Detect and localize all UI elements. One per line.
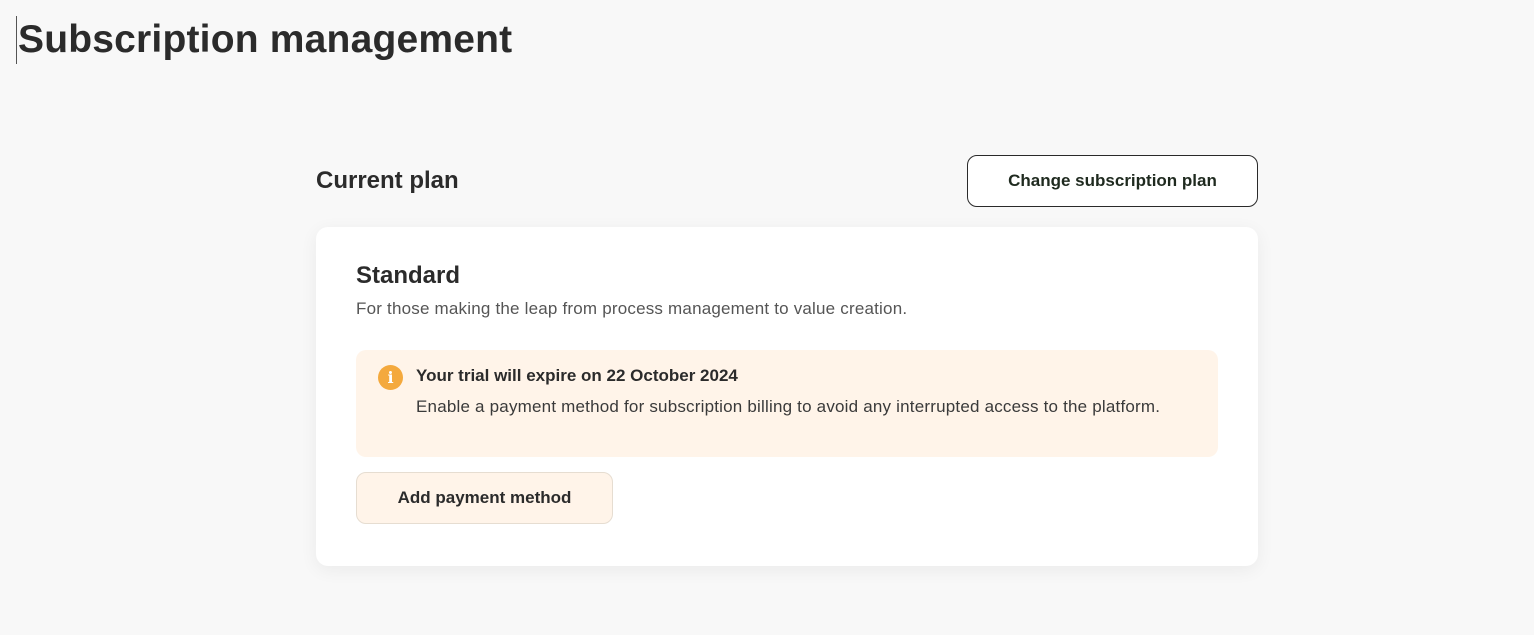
current-plan-title: Current plan	[316, 167, 459, 194]
plan-description: For those making the leap from process m…	[356, 299, 908, 318]
plan-name: Standard	[356, 262, 461, 289]
alert-message: Enable a payment method for subscription…	[416, 397, 1161, 416]
trial-expiry-alert: i Your trial will expire on 22 October 2…	[356, 350, 1218, 457]
plan-card: Standard For those making the leap from …	[316, 227, 1258, 566]
current-plan-header: Current plan Change subscription plan	[316, 155, 1258, 207]
info-icon: i	[378, 365, 403, 390]
page-title: Subscription management	[16, 16, 512, 64]
change-subscription-plan-button[interactable]: Change subscription plan	[967, 155, 1258, 207]
subscription-container: Current plan Change subscription plan St…	[316, 155, 1258, 566]
add-payment-method-button[interactable]: Add payment method	[356, 472, 613, 524]
alert-title: Your trial will expire on 22 October 202…	[416, 366, 738, 385]
alert-body: Your trial will expire on 22 October 202…	[416, 364, 1160, 419]
